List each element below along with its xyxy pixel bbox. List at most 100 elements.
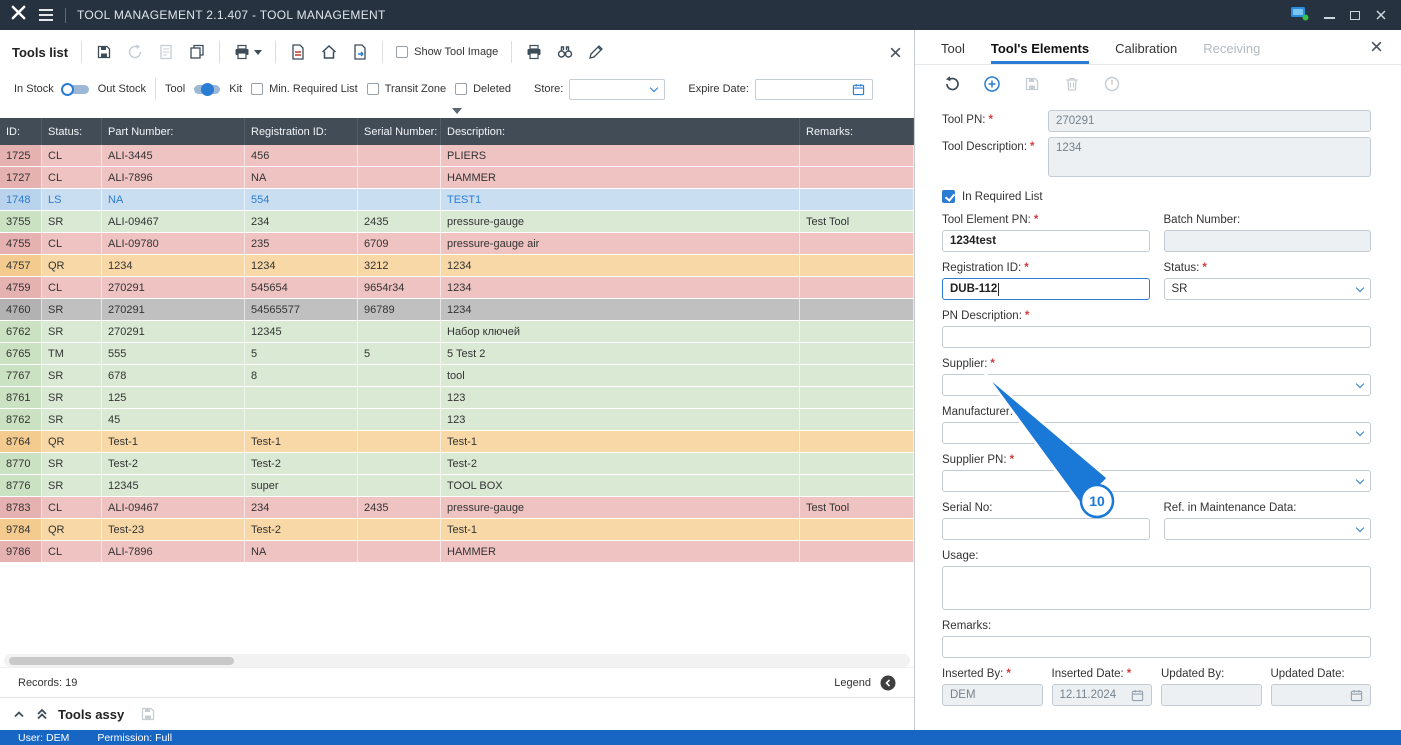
status-bar: User: DEM Permission: Full (0, 730, 1401, 745)
table-row[interactable]: 9786 CL ALI-7896 NA HAMMER (0, 541, 914, 563)
table-row[interactable]: 6765 TM 555 5 5 5 Test 2 (0, 343, 914, 365)
table-row[interactable]: 4759 CL 270291 545654 9654r34 1234 (0, 277, 914, 299)
tab-calibration[interactable]: Calibration (1115, 30, 1177, 64)
min-required-filter[interactable]: Min. Required List (251, 83, 358, 95)
col-registration-id[interactable]: Registration ID: (245, 118, 358, 145)
inserted-date-input: 12.11.2024 (1052, 684, 1153, 706)
table-row[interactable]: 1748 LS NA 554 TEST1 (0, 189, 914, 211)
deleted-filter[interactable]: Deleted (455, 83, 511, 95)
table-row[interactable]: 3755 SR ALI-09467 234 2435 pressure-gaug… (0, 211, 914, 233)
table-row[interactable]: 8770 SR Test-2 Test-2 Test-2 (0, 453, 914, 475)
close-window-button[interactable] (1375, 9, 1387, 21)
col-serial-number[interactable]: Serial Number: (358, 118, 441, 145)
collapse-up-icon[interactable] (12, 707, 26, 721)
show-tool-image-toggle[interactable]: Show Tool Image (396, 46, 498, 58)
titlebar: TOOL MANAGEMENT 2.1.407 - TOOL MANAGEMEN… (0, 0, 1401, 30)
tool-element-pn-input[interactable] (942, 230, 1150, 252)
table-row[interactable]: 7767 SR 678 8 tool (0, 365, 914, 387)
cell-part-number: 1234 (102, 255, 245, 277)
serial-no-label: Serial No: (942, 502, 1150, 514)
serial-no-input[interactable] (942, 518, 1150, 540)
manufacturer-select[interactable] (942, 422, 1371, 444)
session-status-icon[interactable] (1290, 5, 1309, 26)
window-title: TOOL MANAGEMENT 2.1.407 - TOOL MANAGEMEN… (77, 8, 386, 22)
deleted-checkbox[interactable] (455, 83, 467, 95)
pn-description-label: PN Description:* (942, 310, 1371, 322)
table-row[interactable]: 8764 QR Test-1 Test-1 Test-1 (0, 431, 914, 453)
table-row[interactable]: 8762 SR 45 123 (0, 409, 914, 431)
table-row[interactable]: 9784 QR Test-23 Test-2 Test-1 (0, 519, 914, 541)
in-required-list-row[interactable]: In Required List (942, 190, 1371, 203)
store-select[interactable] (569, 79, 665, 100)
col-part-number[interactable]: Part Number: (102, 118, 245, 145)
home-icon[interactable] (320, 43, 338, 61)
status-select[interactable]: SR (1164, 278, 1372, 300)
usage-label: Usage: (942, 550, 1371, 562)
cell-registration-id: super (245, 475, 358, 497)
tab-tool[interactable]: Tool (941, 30, 965, 64)
col-id[interactable]: ID: (0, 118, 42, 145)
table-row[interactable]: 8761 SR 125 123 (0, 387, 914, 409)
details-close-icon[interactable] (1370, 40, 1383, 53)
minimize-button[interactable] (1324, 11, 1335, 19)
transit-zone-checkbox[interactable] (367, 83, 379, 95)
export-icon[interactable] (351, 43, 369, 61)
table-row[interactable]: 4760 SR 270291 54565577 96789 1234 (0, 299, 914, 321)
undo-icon[interactable] (943, 75, 961, 93)
save-icon[interactable] (95, 43, 113, 61)
filter-collapse-strip[interactable] (0, 104, 914, 118)
stock-toggle[interactable] (63, 85, 89, 94)
search-binoculars-icon[interactable] (556, 43, 574, 61)
col-remarks[interactable]: Remarks: (800, 118, 914, 145)
supplier-pn-select[interactable] (942, 470, 1371, 492)
ref-maintenance-select[interactable] (1164, 518, 1372, 540)
edit-icon[interactable] (587, 43, 605, 61)
tools-list-title: Tools list (12, 45, 68, 60)
table-row[interactable]: 1727 CL ALI-7896 NA HAMMER (0, 167, 914, 189)
cell-status: CL (42, 277, 102, 299)
table-row[interactable]: 4755 CL ALI-09780 235 6709 pressure-gaug… (0, 233, 914, 255)
transit-zone-filter[interactable]: Transit Zone (367, 83, 446, 95)
table-row[interactable]: 4757 QR 1234 1234 3212 1234 (0, 255, 914, 277)
supplier-select[interactable] (942, 374, 1371, 396)
show-tool-image-checkbox[interactable] (396, 46, 408, 58)
deleted-label: Deleted (473, 83, 511, 95)
remarks-input[interactable] (942, 636, 1371, 658)
pn-description-input[interactable] (942, 326, 1371, 348)
updated-by-input (1161, 684, 1262, 706)
cell-registration-id: Test-2 (245, 453, 358, 475)
cell-status: SR (42, 453, 102, 475)
expire-date-input[interactable] (755, 79, 873, 100)
table-row[interactable]: 8776 SR 12345 super TOOL BOX (0, 475, 914, 497)
in-required-list-checkbox[interactable] (942, 190, 955, 203)
cell-registration-id: 54565577 (245, 299, 358, 321)
cell-status: QR (42, 255, 102, 277)
label-print-icon[interactable] (525, 43, 543, 61)
table-row[interactable]: 6762 SR 270291 12345 Набор ключей (0, 321, 914, 343)
hamburger-menu-icon[interactable] (38, 8, 54, 22)
cell-description: HAMMER (441, 541, 800, 563)
col-description[interactable]: Description: (441, 118, 800, 145)
registration-id-input[interactable]: DUB-112 (942, 278, 1150, 300)
usage-input[interactable] (942, 566, 1371, 610)
table-row[interactable]: 1725 CL ALI-3445 456 PLIERS (0, 145, 914, 167)
tool-kit-toggle[interactable] (194, 85, 220, 94)
tab-tools-elements[interactable]: Tool's Elements (991, 30, 1089, 64)
maximize-button[interactable] (1350, 11, 1360, 20)
add-icon[interactable] (983, 75, 1001, 93)
collapse-up-double-icon[interactable] (35, 707, 49, 721)
chevron-down-icon (1356, 284, 1364, 292)
tools-list-close-icon[interactable] (889, 46, 902, 59)
copy-icon[interactable] (188, 43, 206, 61)
scrollbar-thumb[interactable] (9, 657, 234, 665)
min-required-checkbox[interactable] (251, 83, 263, 95)
export-pdf-icon[interactable] (289, 43, 307, 61)
table-row[interactable]: 8783 CL ALI-09467 234 2435 pressure-gaug… (0, 497, 914, 519)
print-icon[interactable] (233, 43, 262, 61)
cell-serial-number (358, 365, 441, 387)
legend-expand-icon[interactable] (880, 675, 896, 691)
col-status[interactable]: Status: (42, 118, 102, 145)
horizontal-scrollbar[interactable] (4, 654, 910, 667)
inserted-by-input (942, 684, 1043, 706)
supplier-pn-label: Supplier PN:* (942, 454, 1371, 466)
